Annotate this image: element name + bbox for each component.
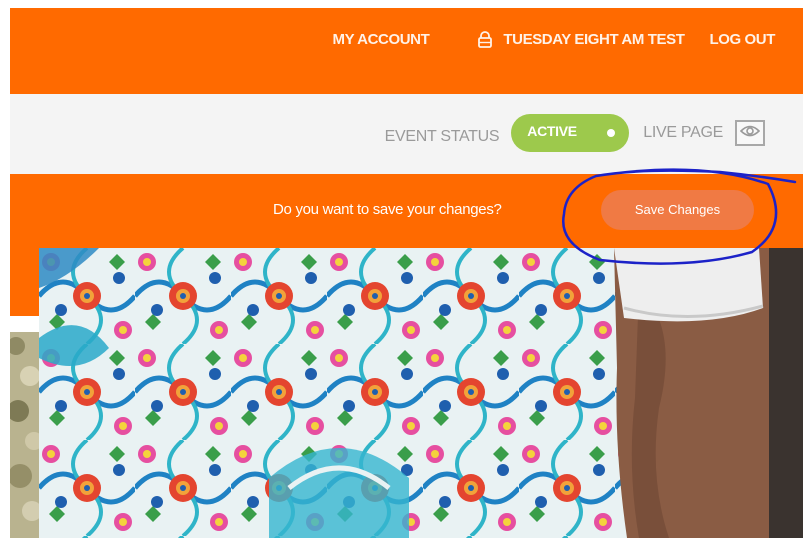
side-image [10,316,40,538]
eye-icon [739,124,761,143]
live-page-button[interactable] [735,120,765,146]
status-bar: EVENT STATUS ACTIVE LIVE PAGE [10,94,803,174]
log-out-link[interactable]: LOG OUT [709,31,775,48]
status-row: EVENT STATUS ACTIVE LIVE PAGE [385,114,765,152]
hero-image [39,248,803,538]
event-status-toggle[interactable]: ACTIVE [511,114,630,152]
my-account-link[interactable]: MY ACCOUNT [333,31,430,48]
top-nav: MY ACCOUNT TUESDAY EIGHT AM TEST LOG OUT [333,31,776,48]
user-account-link[interactable]: TUESDAY EIGHT AM TEST [477,31,685,48]
lock-icon [477,31,493,48]
save-prompt: Do you want to save your changes? [273,201,502,218]
toggle-label: ACTIVE [527,123,577,139]
page: MY ACCOUNT TUESDAY EIGHT AM TEST LOG OUT… [0,0,803,538]
event-status-label: EVENT STATUS [384,128,500,145]
toggle-knob [607,129,616,137]
top-header: MY ACCOUNT TUESDAY EIGHT AM TEST LOG OUT [10,8,803,94]
save-changes-button[interactable]: Save Changes [601,190,754,230]
live-page-label: LIVE PAGE [643,124,723,141]
user-name-label: TUESDAY EIGHT AM TEST [503,31,685,48]
